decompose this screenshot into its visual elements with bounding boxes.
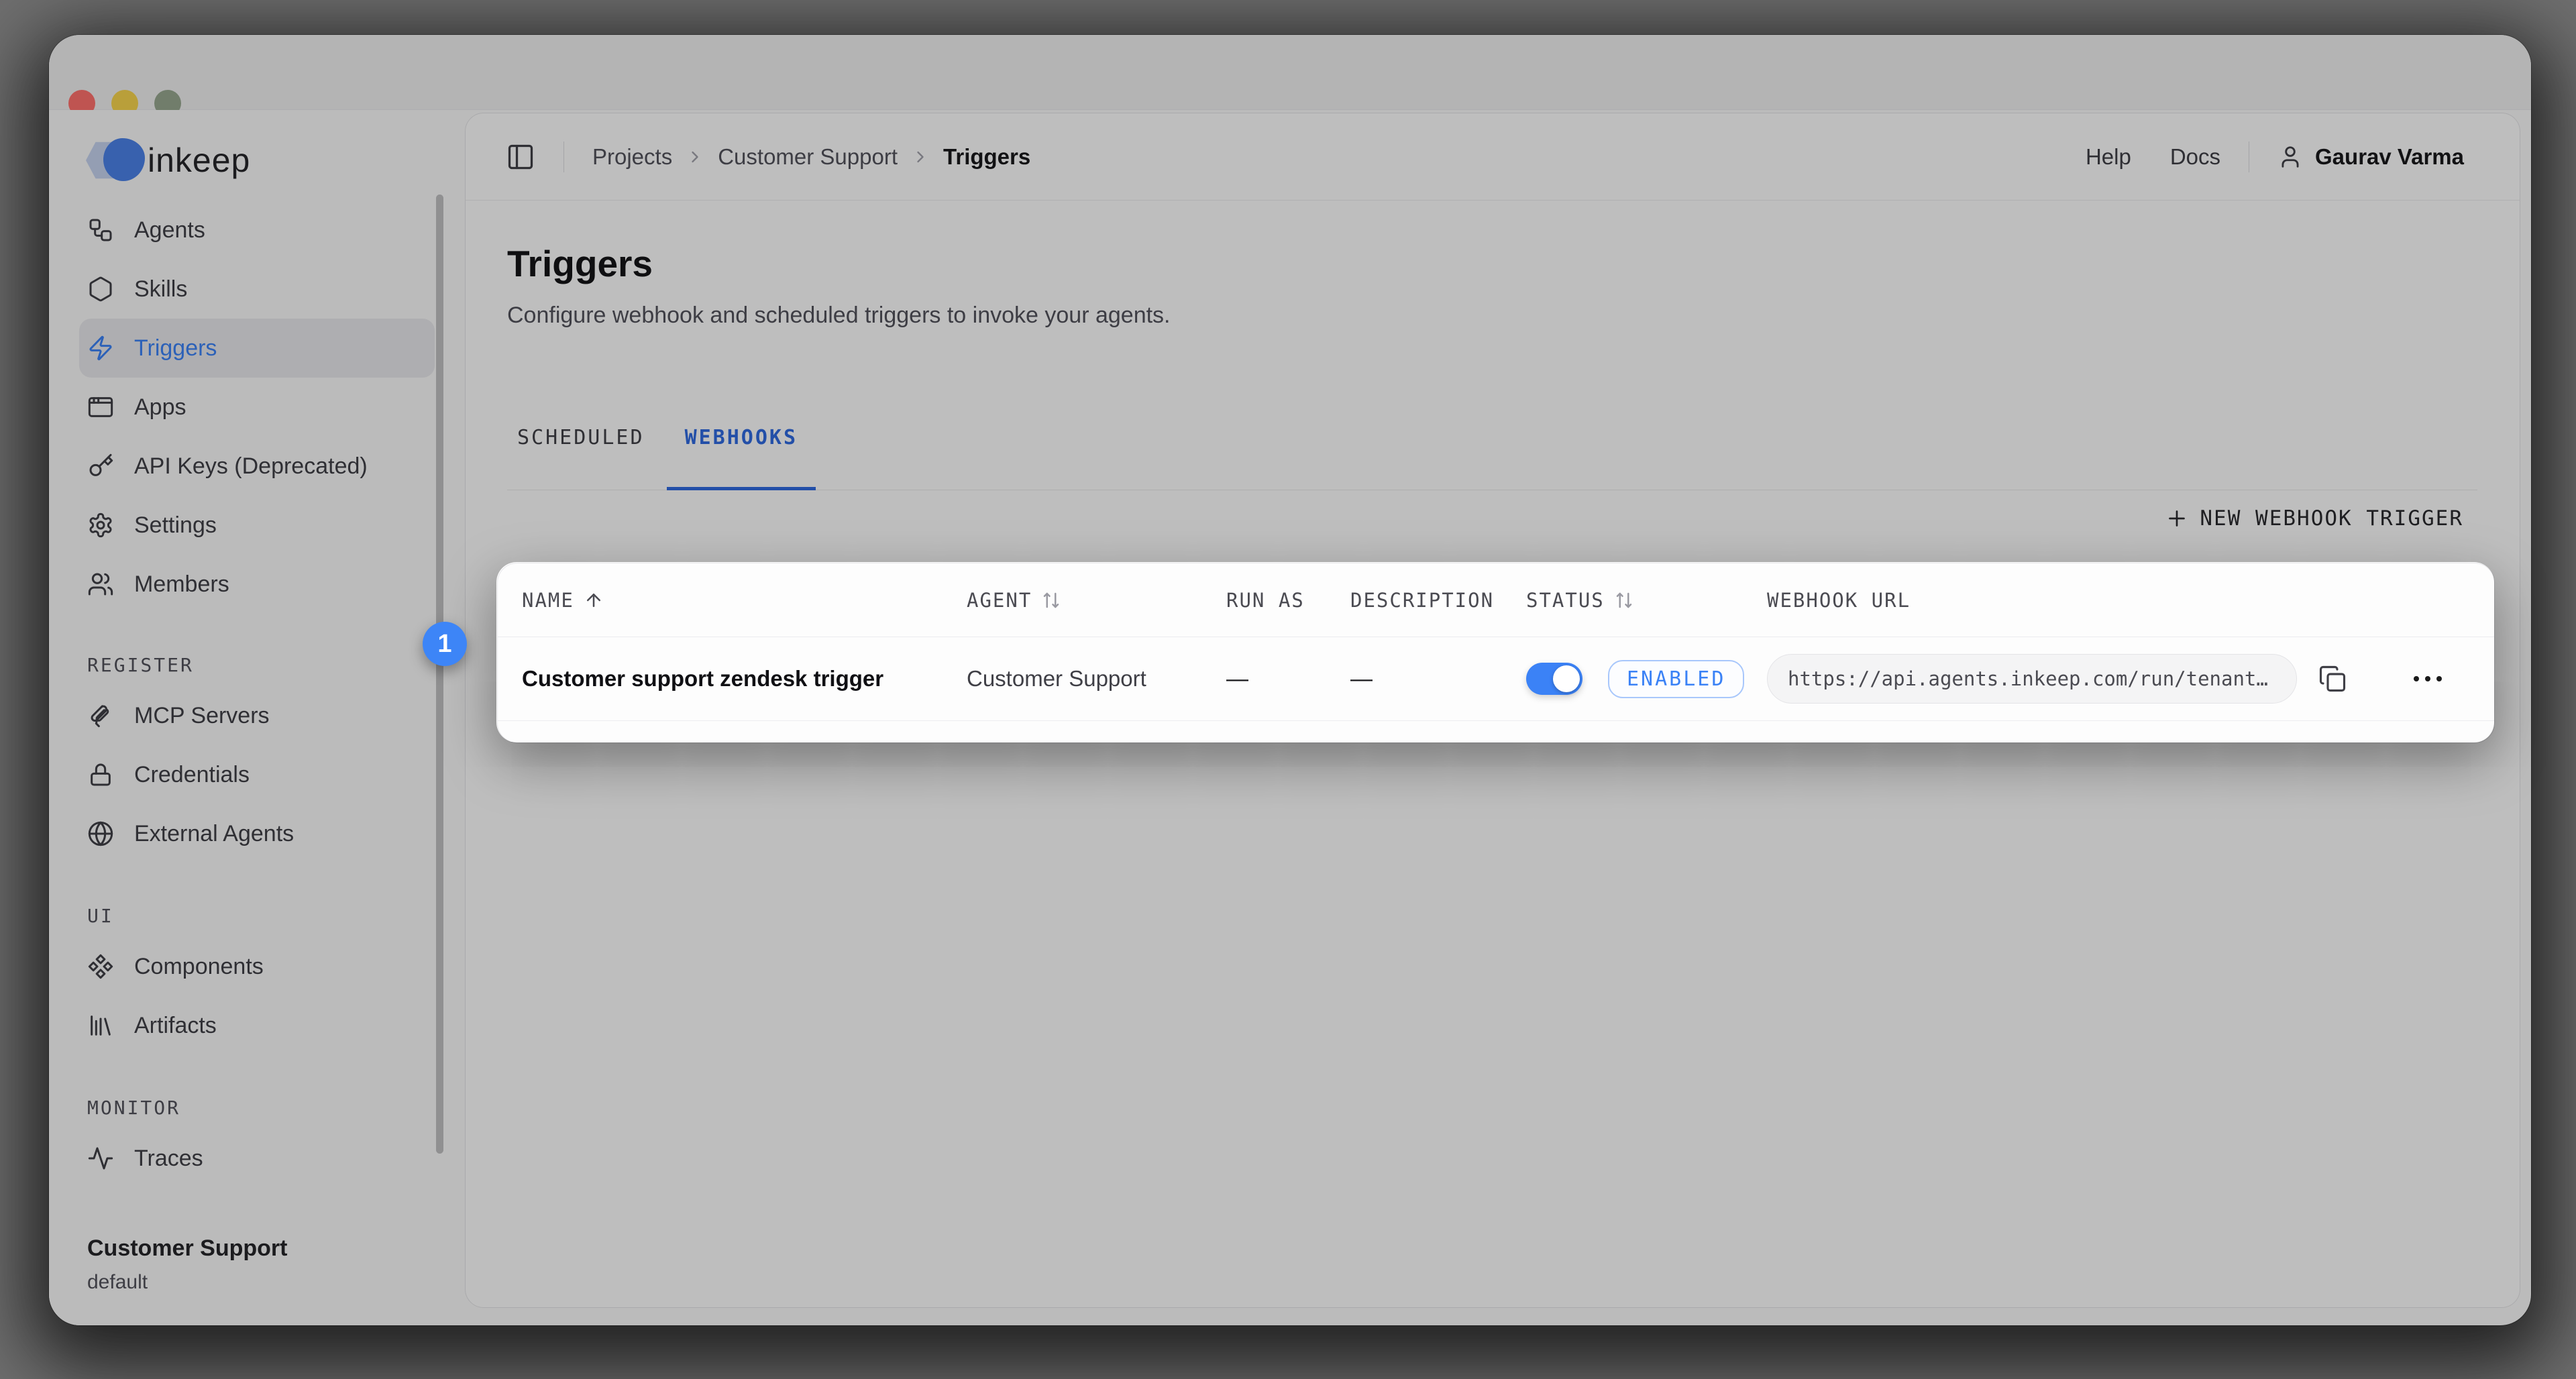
user-icon — [2277, 144, 2303, 170]
workflow-icon — [87, 217, 114, 243]
component-icon — [87, 953, 114, 980]
page-subtitle: Configure webhook and scheduled triggers… — [507, 302, 1171, 329]
copy-icon[interactable] — [2318, 665, 2347, 693]
globe-icon — [87, 820, 114, 847]
table-header-row: NAME AGENT RUN AS DESCRIPTION STATUS — [498, 563, 2494, 637]
app-window-icon — [87, 394, 114, 421]
docs-link[interactable]: Docs — [2170, 144, 2220, 170]
webhook-url-field[interactable]: https://api.agents.inkeep.com/run/tenant… — [1767, 654, 2297, 704]
breadcrumb-projects[interactable]: Projects — [592, 144, 672, 170]
breadcrumb-triggers: Triggers — [943, 144, 1030, 170]
sidebar-item-label: Components — [134, 954, 264, 980]
sidebar-item-settings[interactable]: Settings — [79, 496, 435, 555]
users-icon — [87, 571, 114, 598]
inkeep-logo-text: inkeep — [148, 141, 250, 180]
page-title: Triggers — [507, 242, 653, 285]
column-header-webhook-url: WEBHOOK URL — [1767, 563, 2494, 637]
sidebar-item-external-agents[interactable]: External Agents — [79, 804, 435, 863]
column-header-name[interactable]: NAME — [522, 563, 967, 637]
sidebar-item-label: API Keys (Deprecated) — [134, 453, 368, 480]
tab-webhooks[interactable]: WEBHOOKS — [667, 408, 816, 490]
card-header: Projects Customer Support Triggers Help … — [466, 113, 2520, 201]
status-badge: ENABLED — [1608, 660, 1744, 698]
sidebar-item-api-keys[interactable]: API Keys (Deprecated) — [79, 437, 435, 496]
sidebar-item-label: Traces — [134, 1146, 203, 1172]
tab-scheduled[interactable]: SCHEDULED — [499, 408, 663, 490]
sidebar-item-label: External Agents — [134, 821, 294, 847]
macos-titlebar — [49, 35, 2531, 110]
sort-both-icon — [1041, 590, 1061, 610]
hexagon-icon — [87, 276, 114, 302]
toggle-knob — [1553, 665, 1580, 692]
column-header-status[interactable]: STATUS — [1526, 563, 1767, 637]
sidebar-item-artifacts[interactable]: Artifacts — [79, 996, 435, 1055]
sidebar-item-apps[interactable]: Apps — [79, 378, 435, 437]
trigger-webhook-url-cell: https://api.agents.inkeep.com/run/tenant… — [1767, 637, 2494, 720]
sort-asc-icon — [584, 590, 604, 610]
trigger-status-cell: ENABLED — [1526, 637, 1767, 720]
user-menu[interactable]: Gaurav Varma — [2277, 144, 2464, 170]
user-name: Gaurav Varma — [2315, 144, 2464, 170]
zap-icon — [87, 335, 114, 362]
sidebar-section-monitor: MONITOR — [79, 1086, 435, 1129]
trigger-run-as-cell: — — [1226, 637, 1350, 720]
sidebar-item-skills[interactable]: Skills — [79, 260, 435, 319]
trigger-description-cell: — — [1350, 637, 1526, 720]
sidebar-item-label: Artifacts — [134, 1013, 217, 1039]
column-header-description: DESCRIPTION — [1350, 563, 1526, 637]
mcp-icon — [87, 702, 114, 729]
tabs: SCHEDULED WEBHOOKS — [499, 408, 816, 490]
plus-icon — [2165, 506, 2189, 531]
sidebar-item-label: Agents — [134, 217, 205, 243]
key-icon — [87, 453, 114, 480]
sidebar-item-label: Members — [134, 571, 229, 598]
status-toggle[interactable] — [1526, 663, 1582, 695]
sidebar-item-label: Settings — [134, 512, 217, 539]
sidebar-nav: Agents Skills Triggers Apps API Keys (De… — [79, 201, 435, 1188]
sidebar-item-traces[interactable]: Traces — [79, 1129, 435, 1188]
help-link[interactable]: Help — [2086, 144, 2131, 170]
column-header-agent[interactable]: AGENT — [967, 563, 1226, 637]
gear-icon — [87, 512, 114, 539]
sidebar-item-credentials[interactable]: Credentials — [79, 745, 435, 804]
main-content-card: Projects Customer Support Triggers Help … — [465, 113, 2520, 1308]
annotation-step-badge: 1 — [423, 622, 467, 666]
sidebar-item-label: Triggers — [134, 335, 217, 362]
trigger-name-cell: Customer support zendesk trigger — [522, 637, 967, 720]
new-webhook-trigger-label: NEW WEBHOOK TRIGGER — [2200, 506, 2463, 531]
inkeep-logo-icon — [86, 138, 138, 182]
sidebar-item-label: Apps — [134, 394, 186, 421]
sidebar-item-label: Credentials — [134, 762, 250, 788]
table-row: Customer support zendesk trigger Custome… — [498, 637, 2494, 721]
breadcrumb-customer-support[interactable]: Customer Support — [718, 144, 898, 170]
sort-both-icon — [1614, 590, 1634, 610]
library-icon — [87, 1012, 114, 1039]
sidebar-item-label: Skills — [134, 276, 187, 302]
sidebar-section-register: REGISTER — [79, 643, 435, 686]
breadcrumb: Projects Customer Support Triggers — [592, 144, 1030, 170]
column-header-run-as: RUN AS — [1226, 563, 1350, 637]
sidebar-item-triggers[interactable]: Triggers — [79, 319, 435, 378]
sidebar-item-label: MCP Servers — [134, 703, 270, 729]
app-window: inkeep Agents Skills Triggers Apps API K… — [49, 35, 2531, 1325]
sidebar-item-components[interactable]: Components — [79, 937, 435, 996]
sidebar-scrollbar[interactable] — [436, 195, 443, 1154]
chevron-right-icon — [911, 148, 930, 166]
activity-icon — [87, 1145, 114, 1172]
sidebar-section-ui: UI — [79, 894, 435, 937]
webhook-triggers-table: NAME AGENT RUN AS DESCRIPTION STATUS — [497, 563, 2495, 743]
chevron-right-icon — [686, 148, 704, 166]
sidebar-item-agents[interactable]: Agents — [79, 201, 435, 260]
sidebar-item-members[interactable]: Members — [79, 555, 435, 614]
sidebar-toggle-icon[interactable] — [506, 142, 535, 172]
inkeep-logo: inkeep — [86, 138, 250, 182]
row-actions-menu-icon[interactable] — [2414, 676, 2442, 681]
lock-icon — [87, 761, 114, 788]
new-webhook-trigger-button[interactable]: NEW WEBHOOK TRIGGER — [2165, 500, 2463, 537]
sidebar-item-mcp-servers[interactable]: MCP Servers — [79, 686, 435, 745]
trigger-agent-cell: Customer Support — [967, 637, 1226, 720]
